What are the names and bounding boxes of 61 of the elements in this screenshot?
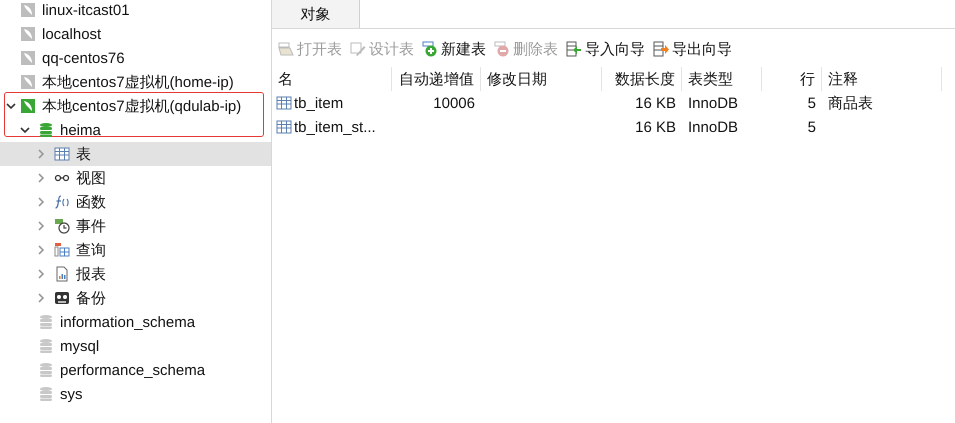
tree-item-label[interactable]: mysql bbox=[60, 338, 100, 354]
table-icon bbox=[276, 119, 292, 135]
tree-item-label[interactable]: 函数 bbox=[76, 192, 106, 212]
report-icon bbox=[54, 266, 70, 282]
column-header[interactable]: 自动递增值 bbox=[392, 67, 481, 91]
table-cell: 10006 bbox=[433, 94, 475, 112]
table-cell: tb_item_st... bbox=[294, 118, 376, 136]
tree-item-label[interactable]: 表 bbox=[76, 144, 91, 164]
tree-item-label[interactable]: linux-itcast01 bbox=[42, 2, 130, 18]
table-cell: InnoDB bbox=[688, 118, 738, 136]
tape-icon bbox=[54, 290, 70, 306]
tree-item-label[interactable]: qq-centos76 bbox=[42, 50, 125, 66]
table-cell: 5 bbox=[808, 118, 816, 136]
tree-item-label[interactable]: heima bbox=[60, 122, 101, 138]
table-cell: 商品表 bbox=[828, 94, 873, 112]
dolphin-icon bbox=[20, 98, 36, 114]
dolphin-icon bbox=[20, 26, 36, 42]
import-icon bbox=[566, 41, 582, 57]
tree-item-label[interactable]: performance_schema bbox=[60, 362, 206, 378]
column-header[interactable]: 数据长度 bbox=[602, 67, 682, 91]
dolphin-icon bbox=[20, 74, 36, 90]
toolbar-button[interactable]: 新建表 bbox=[422, 40, 486, 58]
tree-item-label[interactable]: sys bbox=[60, 386, 82, 402]
tree-item-label[interactable]: 本地centos7虚拟机(home-ip) bbox=[42, 72, 234, 92]
table-cell: tb_item bbox=[294, 94, 344, 112]
column-header[interactable]: 表类型 bbox=[682, 67, 762, 91]
clock-icon bbox=[54, 218, 70, 234]
table-cell: 5 bbox=[808, 94, 816, 112]
database-icon bbox=[38, 362, 54, 378]
folder-icon bbox=[278, 41, 294, 57]
database-icon bbox=[38, 314, 54, 330]
database-icon bbox=[38, 386, 54, 402]
minus-icon bbox=[494, 41, 510, 57]
database-icon bbox=[38, 338, 54, 354]
query-icon bbox=[54, 242, 70, 258]
toolbar-button[interactable]: 导入向导 bbox=[566, 40, 645, 58]
dolphin-icon bbox=[20, 50, 36, 66]
plus-icon bbox=[422, 41, 438, 57]
database-icon bbox=[38, 122, 54, 138]
tree-item-label[interactable]: 查询 bbox=[76, 240, 106, 260]
table-cell: 16 KB bbox=[635, 94, 676, 112]
tree-item-label[interactable]: 报表 bbox=[76, 264, 106, 284]
column-header[interactable]: 注释 bbox=[822, 67, 942, 91]
table-icon bbox=[54, 146, 70, 162]
tree-item-label[interactable]: information_schema bbox=[60, 314, 196, 330]
table-cell: InnoDB bbox=[688, 94, 738, 112]
column-header[interactable]: 修改日期 bbox=[481, 67, 602, 91]
toolbar-button[interactable]: 导出向导 bbox=[653, 40, 732, 58]
tree-item-label[interactable]: 备份 bbox=[76, 288, 106, 308]
tab[interactable]: 对象 bbox=[272, 0, 360, 28]
table-icon bbox=[276, 95, 292, 111]
tree-item-label[interactable]: 本地centos7虚拟机(qdulab-ip) bbox=[42, 96, 242, 116]
tree-item-label[interactable]: 视图 bbox=[76, 168, 106, 188]
table-cell: 16 KB bbox=[635, 118, 676, 136]
column-header[interactable]: 行 bbox=[762, 67, 822, 91]
tree-item-label[interactable]: localhost bbox=[42, 26, 102, 42]
column-header[interactable]: 名 bbox=[272, 67, 392, 91]
tree-item-label[interactable]: 事件 bbox=[76, 216, 106, 236]
export-icon bbox=[653, 41, 669, 57]
function-icon bbox=[54, 194, 70, 210]
pencil-icon bbox=[350, 41, 366, 57]
